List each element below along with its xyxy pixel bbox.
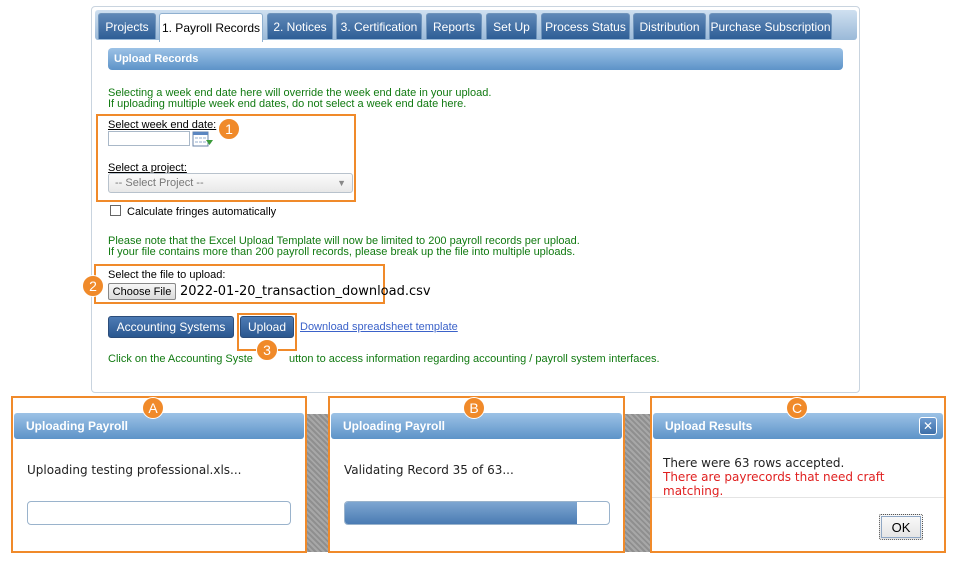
tab-projects[interactable]: Projects: [98, 13, 156, 39]
accounting-systems-button[interactable]: Accounting Systems: [108, 316, 234, 338]
calculate-fringes-label: Calculate fringes automatically: [127, 206, 277, 218]
week-end-date-input[interactable]: [108, 131, 190, 146]
section-header: Upload Records: [108, 48, 843, 70]
tab-distribution[interactable]: Distribution: [633, 13, 706, 39]
annotation-box-c: [650, 396, 946, 553]
upload-button[interactable]: Upload: [240, 316, 294, 338]
project-select-value: -- Select Project --: [115, 177, 204, 189]
state-c-badge: C: [786, 397, 808, 419]
step-3-badge: 3: [256, 339, 278, 361]
tab-payroll-records[interactable]: 1. Payroll Records: [159, 13, 263, 42]
selected-file-name: 2022-01-20_transaction_download.csv: [180, 284, 431, 299]
tab-certification[interactable]: 3. Certification: [336, 13, 422, 39]
chevron-down-icon: ▼: [337, 178, 346, 188]
overlay-hatch: [624, 414, 650, 552]
annotation-box-a: [11, 396, 307, 553]
state-a-badge: A: [142, 397, 164, 419]
step-2-badge: 2: [82, 275, 104, 297]
limit-note-2: If your file contains more than 200 payr…: [108, 246, 576, 258]
accounting-note-start: Click on the Accounting Syste: [108, 353, 253, 365]
tab-reports[interactable]: Reports: [426, 13, 482, 39]
file-upload-label: Select the file to upload:: [108, 269, 226, 281]
step-1-badge: 1: [218, 118, 240, 140]
tab-purchase-subscription[interactable]: Purchase Subscription: [709, 13, 832, 39]
overlay-hatch: [306, 414, 328, 552]
project-select[interactable]: -- Select Project -- ▼: [108, 173, 353, 193]
download-template-link[interactable]: Download spreadsheet template: [300, 321, 458, 333]
annotation-box-b: [328, 396, 625, 553]
choose-file-button[interactable]: Choose File: [108, 283, 176, 300]
tab-set-up[interactable]: Set Up: [486, 13, 537, 39]
week-end-note-2: If uploading multiple week end dates, do…: [108, 98, 467, 110]
calendar-icon[interactable]: [192, 129, 214, 148]
state-b-badge: B: [463, 397, 485, 419]
calculate-fringes-checkbox[interactable]: [110, 205, 121, 216]
tab-process-status[interactable]: Process Status: [541, 13, 630, 39]
accounting-note-end: utton to access information regarding ac…: [289, 353, 660, 365]
tab-notices[interactable]: 2. Notices: [267, 13, 333, 39]
